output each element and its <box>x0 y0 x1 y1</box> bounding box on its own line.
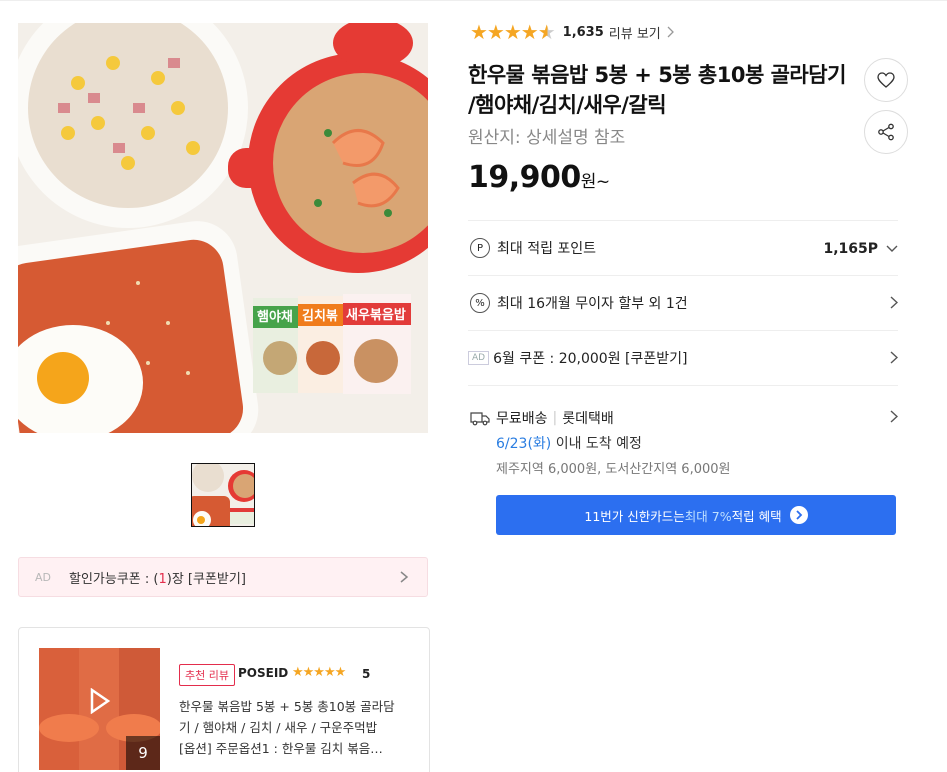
shipping-section[interactable]: 무료배송 | 롯데택배 6/23(화) 이내 도착 예정 제주지역 6,000원, … <box>468 385 898 477</box>
review-text: 한우물 볶음밥 5봉 + 5봉 총10봉 골라담 기 / 햄야채 / 김치 / … <box>179 696 415 759</box>
june-coupon-row[interactable]: AD 6월 쿠폰 : 20,000원 [쿠폰받기] <box>468 330 898 385</box>
product-price: 19,900원~ <box>468 160 610 195</box>
rating-summary[interactable]: ★★★★★ 1,635 리뷰 보기 <box>470 20 675 44</box>
product-thumbnail[interactable] <box>191 463 255 527</box>
share-button[interactable] <box>864 110 908 154</box>
chevron-right-icon <box>890 351 898 364</box>
delivery-date: 6/23(화) <box>496 436 552 452</box>
review-count: 1,635 <box>562 24 604 40</box>
chevron-right-icon <box>890 410 898 423</box>
points-label: 최대 적립 포인트 <box>497 241 597 257</box>
review-video-thumbnail[interactable]: 9 <box>39 648 160 770</box>
top-divider <box>0 0 947 1</box>
delivery-suffix: 이내 도착 예정 <box>551 436 642 452</box>
max-points-row[interactable]: P 최대 적립 포인트 1,165P <box>468 220 898 275</box>
installment-row[interactable]: % 최대 16개월 무이자 할부 외 1건 <box>468 275 898 330</box>
review-stars: ★★★★★ <box>292 665 346 680</box>
thumbnail-image <box>192 464 254 526</box>
origin-label: 원산지: <box>468 128 521 148</box>
review-score: 5 <box>362 667 371 681</box>
banner-highlight: 최대 7% <box>684 508 732 524</box>
ad-label: AD <box>35 570 51 584</box>
delivery-estimate: 6/23(화) 이내 도착 예정 <box>496 433 642 453</box>
heart-icon <box>877 72 895 88</box>
shipping-method: 무료배송 | 롯데택배 <box>470 408 614 428</box>
discount-coupon-bar[interactable]: AD 할인가능쿠폰 : (1)장 [쿠폰받기] <box>18 557 428 597</box>
package-label: 김치볶 <box>302 308 338 324</box>
product-main-image[interactable]: 햄야채 김치볶 새우볶음밥 <box>18 23 428 433</box>
points-value: 1,165P <box>823 241 878 257</box>
share-icon <box>878 123 894 141</box>
reviewer-name: POSEID <box>238 666 289 680</box>
point-icon: P <box>470 238 490 258</box>
banner-prefix: 11번가 신한카드는 <box>584 508 685 524</box>
chevron-right-icon <box>890 296 898 309</box>
chevron-right-icon <box>667 26 674 38</box>
banner-suffix: 적립 혜택 <box>731 508 782 524</box>
chevron-down-icon <box>886 245 898 252</box>
review-line: [옵션] 주문옵션1 : 한우물 김치 볶음… <box>179 741 383 756</box>
arrow-circle-icon <box>789 506 808 524</box>
price-value: 19,900 <box>468 160 581 195</box>
chevron-right-icon <box>400 571 409 583</box>
ad-label: AD <box>468 351 490 365</box>
coupon-count: 1 <box>158 571 167 587</box>
free-shipping-label: 무료배송 <box>496 411 548 427</box>
review-line: 한우물 볶음밥 5봉 + 5봉 총10봉 골라담 <box>179 699 395 714</box>
rating-stars: ★★★★★ <box>470 20 556 44</box>
shinhan-card-banner[interactable]: 11번가 신한카드는 최대 7% 적립 혜택 <box>496 495 896 535</box>
package-label: 새우볶음밥 <box>346 307 406 323</box>
origin-info: 원산지: 상세설명 참조 <box>468 123 625 148</box>
fried-rice-photo: 햄야채 김치볶 새우볶음밥 <box>18 23 428 433</box>
price-unit: 원~ <box>580 172 610 192</box>
carrier-name: 롯데택배 <box>562 411 614 427</box>
discount-coupon-text: 할인가능쿠폰 : (1)장 [쿠폰받기] <box>69 571 246 587</box>
june-coupon-label: 6월 쿠폰 : 20,000원 [쿠폰받기] <box>493 351 688 367</box>
wishlist-button[interactable] <box>864 58 908 102</box>
product-title: 한우물 볶음밥 5봉 + 5봉 총10봉 골라담기 /햄야채/김치/새우/갈릭 <box>468 63 846 117</box>
truck-icon <box>470 412 490 426</box>
review-line: 기 / 햄야채 / 김치 / 새우 / 구운주먹밥 <box>179 720 378 735</box>
play-icon <box>90 688 111 714</box>
image-count-badge: 9 <box>126 736 160 770</box>
percent-icon: % <box>470 293 490 313</box>
origin-value: 상세설명 참조 <box>526 128 626 148</box>
featured-review-card[interactable]: 9 추천 리뷰 POSEID ★★★★★ 5 한우물 볶음밥 5봉 + 5봉 총… <box>18 627 430 772</box>
installment-label: 최대 16개월 무이자 할부 외 1건 <box>497 296 688 312</box>
extra-shipping-fee: 제주지역 6,000원, 도서산간지역 6,000원 <box>496 462 731 477</box>
view-reviews-link[interactable]: 리뷰 보기 <box>609 23 661 42</box>
package-label: 햄야채 <box>257 309 293 325</box>
recommended-review-badge: 추천 리뷰 <box>179 664 235 686</box>
